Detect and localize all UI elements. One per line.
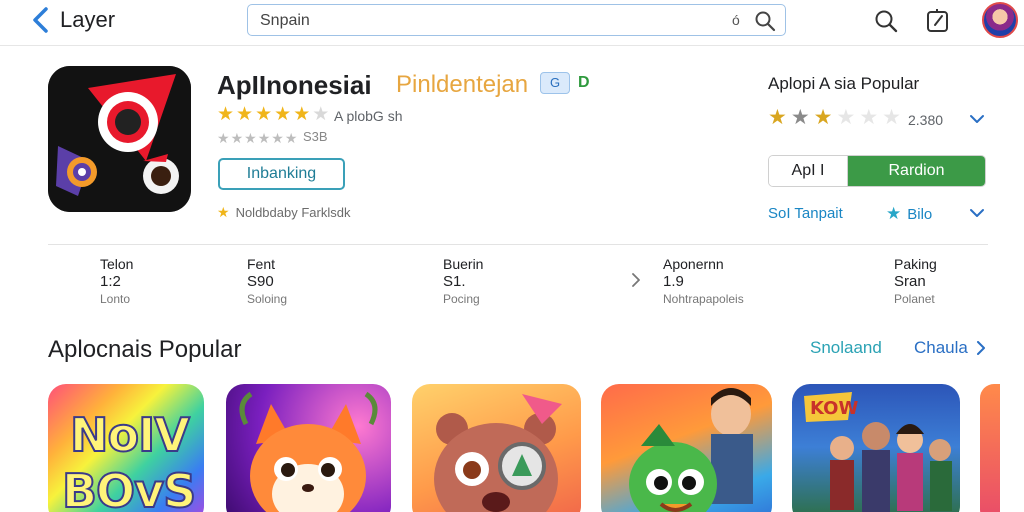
app-tile[interactable]: NoIV BOvS [48,384,204,512]
panel-title: Aplopi A sia Popular [768,74,920,93]
star-icon: ★ [284,130,298,146]
app-tile[interactable] [412,384,581,512]
back-button[interactable]: Layer [30,4,115,36]
see-all-link[interactable]: Chaula [914,338,986,358]
app-title: ApIInonesiai [217,70,372,100]
star-icon: ★ [230,130,244,146]
save-label: Bilo [907,205,933,223]
notes-icon[interactable] [925,8,951,34]
star-icon: ★ [790,106,810,129]
stat-label: Telon [100,256,134,272]
secondary-action-button[interactable]: ApI I [769,156,848,186]
chevron-right-icon [976,341,985,355]
avatar[interactable] [982,2,1018,38]
star-icon: ★ [859,106,879,129]
developer-link[interactable]: Pinldentejan [396,71,528,99]
search-icon[interactable] [754,10,776,32]
rating-summary: A plobG sh [334,108,403,124]
stat-item: Aponernn 1.9 Nohtrapapoleis [663,256,744,306]
star-icon: ★ [271,130,284,146]
install-button[interactable]: Inbanking [218,158,345,190]
star-icon: ★ [274,104,292,125]
section-title: Aplocnais Popular [48,336,242,363]
star-icon: ★ [836,106,856,129]
chevron-right-icon[interactable] [630,272,642,288]
star-icon: ★ [768,106,787,129]
stat-item: Fent S90 Soloing [247,256,287,306]
tile-title-line1: NoIV [69,407,191,463]
tile-banner-text: KOW [810,398,858,419]
app-tile[interactable] [226,384,391,512]
rating-badge: D [578,74,590,91]
stat-item: Paking Sran Polanet [894,256,937,306]
stat-caption: Soloing [247,292,288,306]
section-link[interactable]: Snolaand [810,338,882,358]
app-icon [48,66,191,212]
divider [48,244,988,245]
panel-link[interactable]: SoI Tanpait [768,205,843,222]
secondary-rating-count: S3B [303,129,328,144]
save-button[interactable]: ★ Bilo [886,204,932,224]
see-all-label: Chaula [914,338,968,357]
action-button-group: ApI I Rardion [768,155,986,187]
search-box[interactable]: ó [247,4,786,36]
chevron-down-icon[interactable] [968,110,986,128]
star-icon: ★ [813,106,833,129]
stat-item: Telon 1:2 Lonto [100,256,133,306]
platform-badge: G [540,72,570,94]
star-icon: ★ [217,204,230,220]
featured-note: ★ Noldbdaby Farklsdk [217,204,350,221]
stat-label: Buerin [443,256,484,272]
stat-label: Aponernn [663,256,724,272]
app-tile[interactable]: KOW [792,384,960,512]
stat-label: Fent [247,256,276,272]
star-icon: ★ [236,104,254,125]
group-heroes-icon: KOW [804,392,952,512]
stat-label: Paking [894,256,937,272]
search-icon[interactable] [873,8,899,34]
star-icon: ★ [293,104,311,125]
bear-character-icon [434,394,562,512]
stat-caption: Nohtrapapoleis [663,292,744,306]
star-icon: ★ [217,130,230,146]
clear-search-button[interactable]: ó [732,12,740,28]
stat-value: 1:2 [100,273,121,290]
primary-action-button[interactable]: Rardion [848,156,985,186]
search-input[interactable] [260,11,700,31]
app-tile[interactable] [601,384,772,512]
stat-caption: Polanet [894,292,935,306]
chevron-left-icon [33,7,48,33]
star-icon: ★ [882,106,901,129]
secondary-rating-stars: ★ ★ ★ ★ ★ ★ [217,129,297,148]
back-label: Layer [60,7,116,32]
hero-character-icon [629,388,753,512]
app-tile-partial[interactable] [980,384,1000,512]
star-icon: ★ [244,130,257,146]
panel-rating-stars: ★ ★ ★ ★ ★ ★ [768,106,901,129]
stat-caption: Lonto [100,292,131,306]
rating-stars: ★ ★ ★ ★ ★ ★ [217,105,329,124]
featured-text: Noldbdaby Farklsdk [235,205,351,220]
fox-character-icon [239,391,378,512]
star-icon: ★ [255,104,273,125]
panel-rating-count: 2.380 [908,112,944,128]
star-icon: ★ [312,104,330,125]
star-icon: ★ [886,204,902,223]
stat-value: Sran [894,273,926,290]
top-bar: Layer ó [0,0,1024,46]
stat-value: S1. [443,273,466,290]
stat-value: 1.9 [663,273,684,290]
stat-caption: Pocing [443,292,480,306]
tile-title-line2: BOvS [61,463,197,512]
star-icon: ★ [217,104,235,125]
stat-value: S90 [247,273,274,290]
star-icon: ★ [257,130,271,146]
stat-item: Buerin S1. Pocing [443,256,483,306]
chevron-down-icon[interactable] [968,204,986,222]
